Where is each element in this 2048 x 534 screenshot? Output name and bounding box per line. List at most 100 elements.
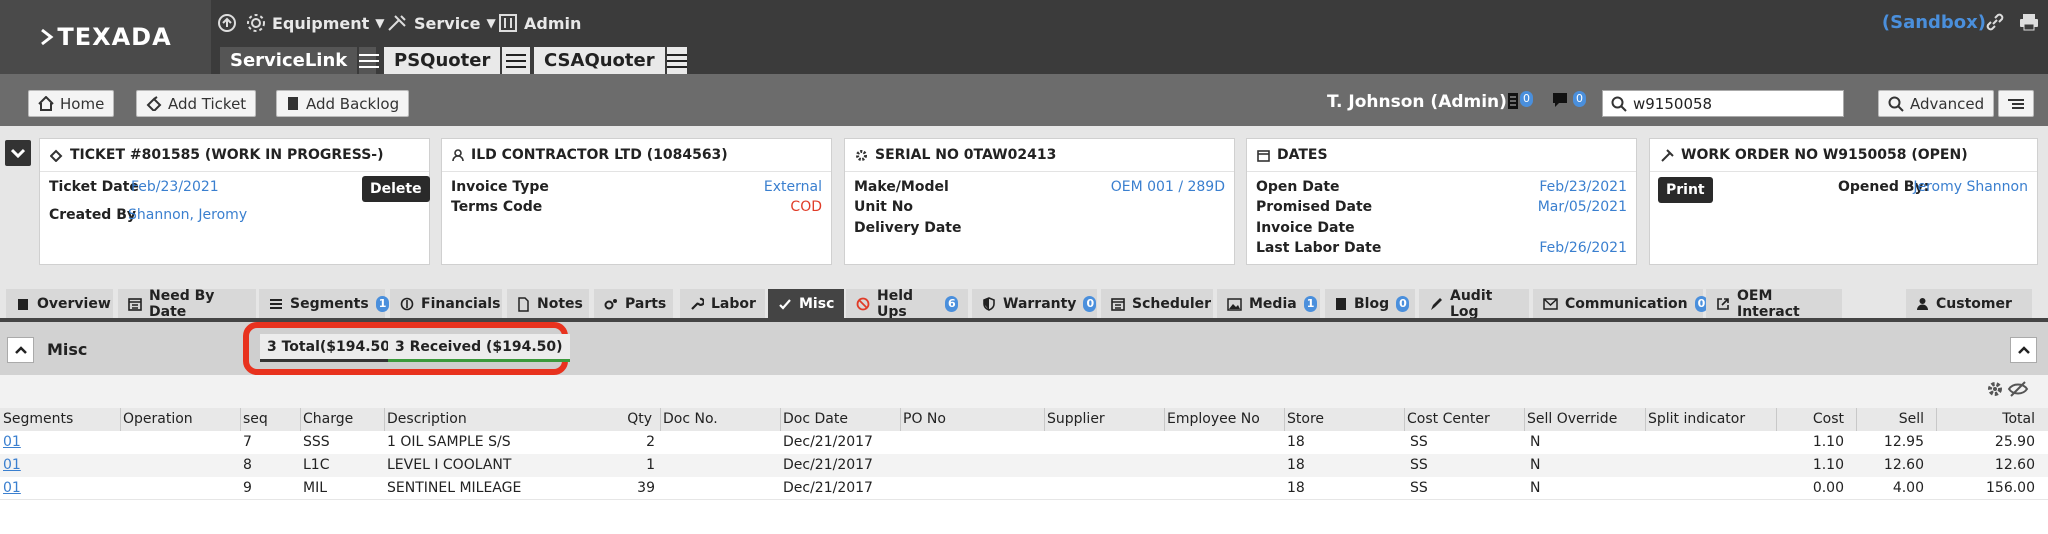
segment-link[interactable]: 01 (3, 431, 21, 454)
add-backlog-button[interactable]: Add Backlog (276, 90, 410, 117)
col-segments[interactable]: Segments (3, 408, 73, 431)
hamburger-icon (666, 53, 687, 68)
advanced-search-button[interactable]: Advanced (1878, 90, 1995, 117)
tab-overview-label: Overview (37, 296, 111, 312)
misc-collapse-button[interactable] (7, 337, 34, 363)
table-settings[interactable] (1985, 379, 2029, 399)
col-cost[interactable]: Cost (1780, 408, 1844, 431)
tab-media[interactable]: Media 1 (1217, 289, 1320, 319)
print-button[interactable]: Print (1658, 177, 1713, 203)
money-icon (400, 297, 414, 311)
tab-csaquoter[interactable]: CSAQuoter (534, 47, 687, 74)
segment-link[interactable]: 01 (3, 454, 21, 477)
logo[interactable]: TEXADA (0, 0, 211, 74)
tab-audit-log[interactable]: Audit Log (1419, 288, 1529, 320)
segments-badge: 1 (375, 296, 389, 312)
tab-notes[interactable]: Notes (507, 289, 589, 319)
col-qty[interactable]: Qty (600, 408, 652, 431)
cell-seq: 7 (243, 434, 252, 450)
csaquoter-menu-button[interactable] (664, 47, 687, 74)
opened-by-link[interactable]: Jeromy Shannon (1913, 179, 2028, 195)
col-cost-center[interactable]: Cost Center (1407, 408, 1490, 431)
notifications-button[interactable]: 0 (1506, 91, 1533, 111)
col-total[interactable]: Total (1960, 408, 2035, 431)
tab-financials[interactable]: Financials (390, 289, 502, 319)
add-backlog-button-label: Add Backlog (306, 94, 400, 113)
col-description[interactable]: Description (387, 408, 467, 431)
menu-toggle-button[interactable] (1998, 90, 2034, 117)
col-charge[interactable]: Charge (303, 408, 353, 431)
nav-admin[interactable]: Admin (498, 8, 581, 38)
invoice-date-label: Invoice Date (1256, 220, 1355, 236)
tab-need-by-date[interactable]: Need By Date (118, 288, 256, 320)
tab-overview[interactable]: Overview (6, 289, 113, 319)
created-by-link[interactable]: Shannon, Jeromy (128, 207, 247, 223)
eye-slash-icon[interactable] (2007, 379, 2029, 399)
tab-warranty[interactable]: Warranty 0 (972, 289, 1097, 319)
col-sell-override[interactable]: Sell Override (1527, 408, 1617, 431)
home-button[interactable]: Home (28, 90, 115, 117)
tab-financials-label: Financials (421, 296, 501, 312)
col-po-no[interactable]: PO No (903, 408, 946, 431)
add-ticket-button[interactable]: Add Ticket (136, 90, 257, 117)
tab-oem-interact[interactable]: OEM Interact (1706, 288, 1842, 320)
add-ticket-button-label: Add Ticket (168, 94, 247, 113)
person-icon (452, 148, 464, 161)
col-supplier[interactable]: Supplier (1047, 408, 1105, 431)
col-seq[interactable]: seq (243, 408, 268, 431)
received-summary[interactable]: 3 Received ($194.50) (388, 334, 570, 362)
tab-servicelink[interactable]: ServiceLink (220, 47, 380, 74)
cell-total: 12.60 (1994, 457, 2035, 473)
col-doc-no[interactable]: Doc No. (663, 408, 718, 431)
tab-oem-interact-label: OEM Interact (1737, 288, 1800, 320)
tab-held-ups[interactable]: Held Ups 6 (846, 288, 968, 320)
col-employee-no[interactable]: Employee No (1167, 408, 1260, 431)
nav-equipment[interactable]: Equipment ▼ (246, 8, 385, 38)
total-summary[interactable]: 3 Total($194.50) (260, 334, 404, 362)
tab-customer[interactable]: Customer (1906, 289, 2032, 319)
tab-labor[interactable]: Labor (680, 289, 765, 319)
tab-segments[interactable]: Segments 1 (259, 289, 389, 319)
make-model-value[interactable]: OEM 001 / 289D (1111, 179, 1225, 195)
search-input[interactable] (1633, 94, 1833, 113)
work-order-card: WORK ORDER NO W9150058 (OPEN) Print Open… (1649, 138, 2038, 265)
tab-parts[interactable]: Parts (594, 289, 673, 319)
col-doc-date[interactable]: Doc Date (783, 408, 848, 431)
printer-icon[interactable] (2018, 12, 2040, 32)
tab-warranty-label: Warranty (1003, 296, 1077, 312)
make-model-label: Make/Model (854, 179, 949, 195)
delete-button[interactable]: Delete (362, 176, 430, 202)
sandbox-label: (Sandbox) (1881, 12, 1986, 33)
tab-psquoter[interactable]: PSQuoter (384, 47, 530, 74)
cell-doc-date: Dec/21/2017 (783, 434, 873, 450)
servicelink-menu-button[interactable] (357, 47, 380, 74)
col-store[interactable]: Store (1287, 408, 1324, 431)
invoice-type-label: Invoice Type (451, 179, 549, 195)
link-icon[interactable] (1985, 12, 2005, 32)
chevron-logo-icon (41, 28, 54, 46)
psquoter-menu-button[interactable] (500, 47, 530, 74)
col-operation[interactable]: Operation (123, 408, 193, 431)
misc-right-collapse-button[interactable] (2010, 337, 2037, 363)
messages-button[interactable]: 0 (1551, 91, 1586, 111)
gear-icon[interactable] (1985, 379, 2005, 399)
tab-misc[interactable]: Misc (768, 289, 844, 319)
col-sell[interactable]: Sell (1860, 408, 1924, 431)
collapse-header-button[interactable] (5, 140, 31, 166)
tab-scheduler[interactable]: Scheduler (1101, 289, 1213, 319)
cell-cost: 1.10 (1812, 434, 1844, 450)
nav-admin-label: Admin (524, 13, 582, 33)
delivery-date-label: Delivery Date (854, 220, 962, 236)
warranty-badge: 0 (1083, 296, 1097, 312)
user-name[interactable]: T. Johnson (Admin) (1327, 92, 1507, 112)
tab-misc-label: Misc (799, 296, 835, 312)
search-field[interactable] (1602, 90, 1844, 117)
nav-service[interactable]: Service ▼ (386, 8, 496, 38)
col-split-indicator[interactable]: Split indicator (1648, 408, 1745, 431)
segment-link[interactable]: 01 (3, 477, 21, 500)
nav-up[interactable] (217, 8, 237, 38)
gears-icon (604, 299, 617, 310)
tab-customer-label: Customer (1936, 296, 2012, 312)
tab-communication[interactable]: Communication 0 (1533, 289, 1708, 319)
tab-blog[interactable]: Blog 0 (1325, 289, 1415, 319)
